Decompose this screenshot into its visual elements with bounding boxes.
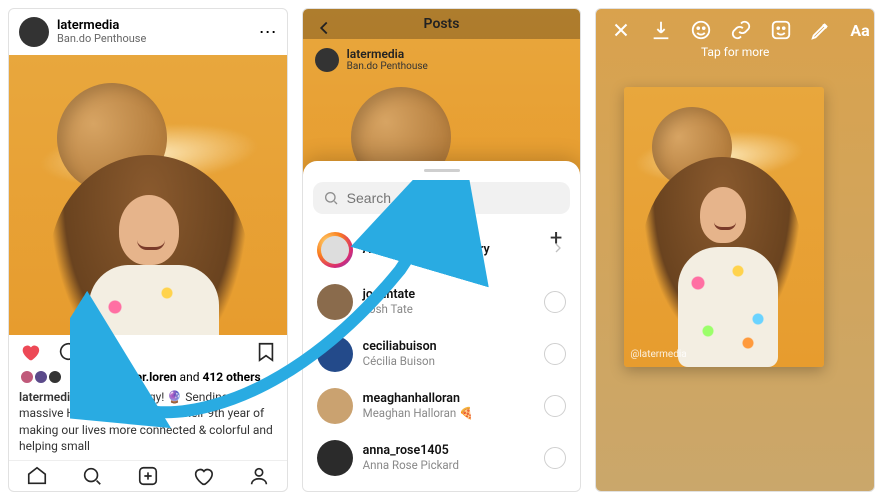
liker-avatar (47, 369, 63, 385)
link-icon[interactable] (730, 19, 752, 41)
post-location[interactable]: Ban.do Penthouse (57, 33, 146, 45)
recipient-avatar (317, 388, 353, 424)
post-location[interactable]: Ban.do Penthouse (347, 61, 428, 72)
text-tool-button[interactable]: Aa (850, 21, 869, 40)
share-icon[interactable] (95, 341, 117, 363)
author-avatar[interactable] (315, 48, 339, 72)
select-radio[interactable] (544, 343, 566, 365)
add-recipient-icon[interactable]: + (550, 226, 562, 251)
add-to-story-row[interactable]: Add Post to Your Story (303, 224, 581, 276)
draw-icon[interactable] (810, 19, 832, 41)
dress-graphic (678, 247, 778, 367)
sheet-grabber[interactable] (424, 169, 460, 172)
search-input[interactable] (347, 190, 561, 206)
recipient-handle: anna_rose1405 (363, 443, 459, 458)
story-ring-icon (317, 232, 353, 268)
bookmark-icon[interactable] (255, 341, 277, 363)
recipient-handle: ceciliabuison (363, 339, 437, 354)
post-caption: latermedia Big libra energy! 🔮 Sending a… (9, 389, 287, 460)
bottom-tabbar (9, 460, 287, 491)
comment-icon[interactable] (57, 341, 79, 363)
more-options-icon[interactable]: ⋯ (259, 22, 277, 43)
select-radio[interactable] (544, 447, 566, 469)
search-icon[interactable] (81, 465, 103, 487)
likes-row[interactable]: Liked by taylor.loren and 412 others (9, 369, 287, 389)
recipient-name: Cécilia Buison (363, 354, 437, 368)
post-header: latermedia Ban.do Penthouse ⋯ (9, 9, 287, 55)
tap-for-more-label[interactable]: Tap for more (596, 41, 874, 59)
post-photo[interactable] (9, 55, 287, 335)
home-icon[interactable] (26, 465, 48, 487)
recipient-row[interactable]: meaghanhalloranMeaghan Halloran 🍕 (303, 380, 581, 432)
download-icon[interactable] (650, 19, 672, 41)
search-icon (323, 190, 339, 206)
recipient-avatar (317, 336, 353, 372)
recipient-row[interactable]: ginagoestoGina // 😊 📍 Tulum (303, 484, 581, 491)
share-sheet-panel: Posts latermedia Ban.do Penthouse (302, 8, 582, 492)
story-tag-label[interactable]: @latermedia (630, 349, 686, 360)
heart-icon[interactable] (19, 341, 41, 363)
select-radio[interactable] (544, 291, 566, 313)
story-toolbar: Aa (596, 9, 874, 41)
select-radio[interactable] (544, 395, 566, 417)
recipient-row[interactable]: anna_rose1405Anna Rose Pickard (303, 432, 581, 484)
share-bottom-sheet: + Add Post to Your Story joshhtateJosh T… (303, 161, 581, 491)
search-field[interactable] (313, 182, 571, 214)
story-post-thumbnail[interactable] (624, 87, 824, 367)
face-graphic (700, 187, 746, 243)
recipient-handle: joshhtate (363, 287, 415, 302)
author-avatar[interactable] (19, 17, 49, 47)
profile-icon[interactable] (248, 465, 270, 487)
face-graphic (119, 195, 179, 265)
face-filter-icon[interactable] (690, 19, 712, 41)
nav-title: Posts (424, 16, 460, 32)
caption-username[interactable]: latermedia (19, 390, 77, 404)
author-username[interactable]: latermedia (347, 47, 428, 61)
recipient-row[interactable]: ceciliabuisonCécilia Buison (303, 328, 581, 380)
back-chevron-icon[interactable] (313, 17, 335, 39)
recipient-avatar (317, 440, 353, 476)
activity-icon[interactable] (192, 465, 214, 487)
recipient-name: Meaghan Halloran 🍕 (363, 406, 474, 420)
likes-text: Liked by taylor.loren and 412 others (69, 370, 261, 384)
recipient-list: Add Post to Your Story joshhtateJosh Tat… (303, 224, 581, 491)
post-action-bar (9, 335, 287, 369)
recipient-avatar (317, 284, 353, 320)
story-editor-panel: Aa Tap for more @latermedia (595, 8, 875, 492)
sticker-icon[interactable] (770, 19, 792, 41)
recipient-name: Josh Tate (363, 302, 415, 316)
add-post-icon[interactable] (137, 465, 159, 487)
dress-graphic (89, 265, 219, 335)
nav-title-bar: Posts (303, 9, 581, 39)
recipient-row[interactable]: joshhtateJosh Tate (303, 276, 581, 328)
backdrop-post-header: latermedia Ban.do Penthouse (315, 47, 428, 72)
feed-post-panel: latermedia Ban.do Penthouse ⋯ (8, 8, 288, 492)
author-username[interactable]: latermedia (57, 19, 146, 33)
add-to-story-label: Add Post to Your Story (363, 242, 490, 257)
recipient-name: Anna Rose Pickard (363, 458, 459, 472)
recipient-handle: meaghanhalloran (363, 391, 474, 406)
close-icon[interactable] (610, 19, 632, 41)
